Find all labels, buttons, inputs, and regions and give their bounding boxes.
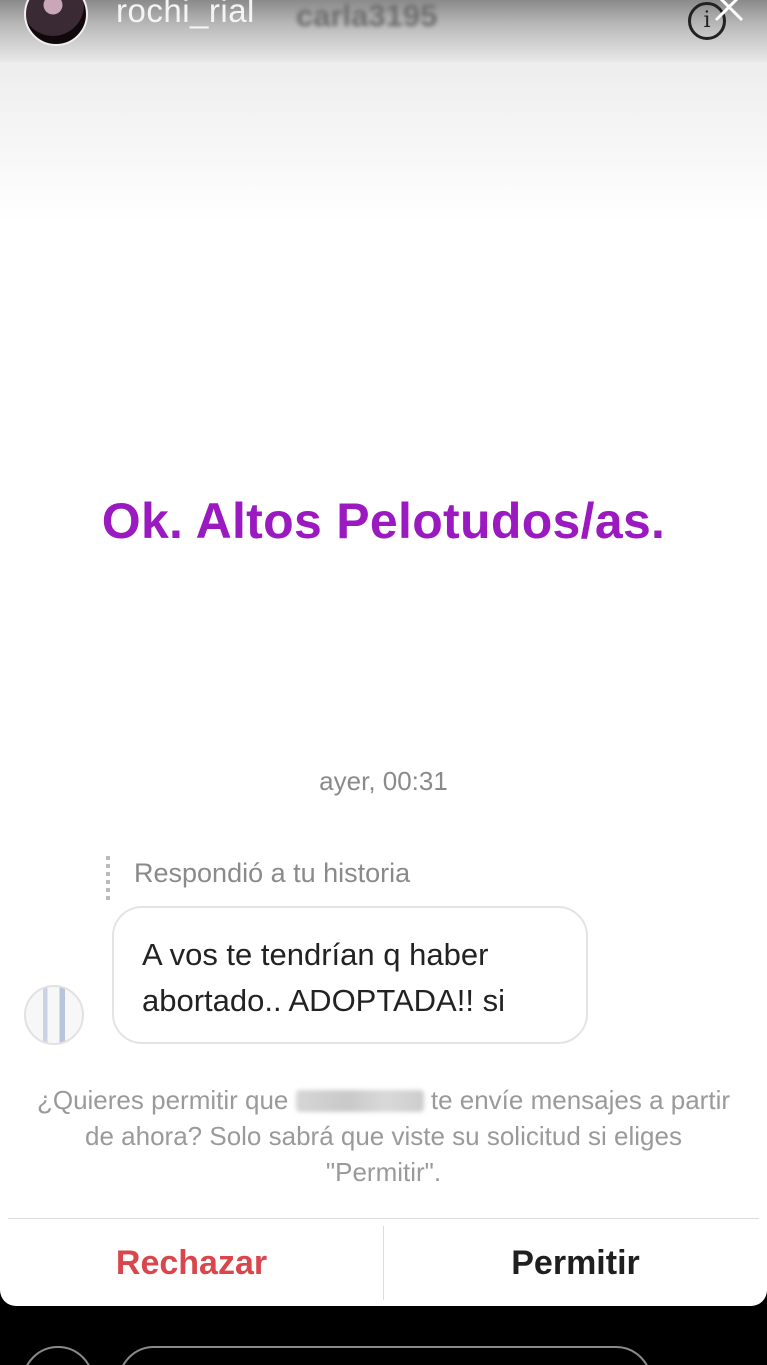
sender-avatar[interactable] — [24, 985, 84, 1045]
story-reply-screen: rochi_rial carla3195 i Ok. Altos Pelotud… — [0, 0, 767, 1365]
allow-button[interactable]: Permitir — [384, 1226, 767, 1300]
close-icon[interactable] — [712, 0, 746, 24]
actions-divider — [8, 1218, 759, 1219]
reject-button[interactable]: Rechazar — [0, 1226, 383, 1300]
message-bubble[interactable]: A vos te tendrían q haber abortado.. ADO… — [112, 906, 588, 1044]
message-line-2: abortado.. ADOPTADA!! si — [142, 983, 505, 1018]
story-author-username[interactable]: rochi_rial — [116, 0, 255, 30]
viewer-username-blurred: carla3195 — [296, 0, 438, 33]
message-line-1: A vos te tendrían q haber — [142, 937, 489, 972]
permission-prompt: ¿Quieres permitir que te envíe mensajes … — [30, 1082, 737, 1190]
reply-indicator-bar — [106, 856, 110, 900]
reply-input[interactable] — [118, 1346, 652, 1365]
message-timestamp: ayer, 00:31 — [319, 766, 448, 796]
blurred-username — [295, 1090, 424, 1112]
story-header: rochi_rial carla3195 i — [0, 0, 767, 63]
story-text: Ok. Altos Pelotudos/as. — [101, 493, 666, 549]
reply-label-text: Respondió a tu historia — [134, 858, 411, 888]
camera-button[interactable] — [22, 1346, 94, 1365]
permission-text-before: ¿Quieres permitir que — [36, 1085, 296, 1115]
story-author-avatar[interactable] — [24, 0, 88, 46]
